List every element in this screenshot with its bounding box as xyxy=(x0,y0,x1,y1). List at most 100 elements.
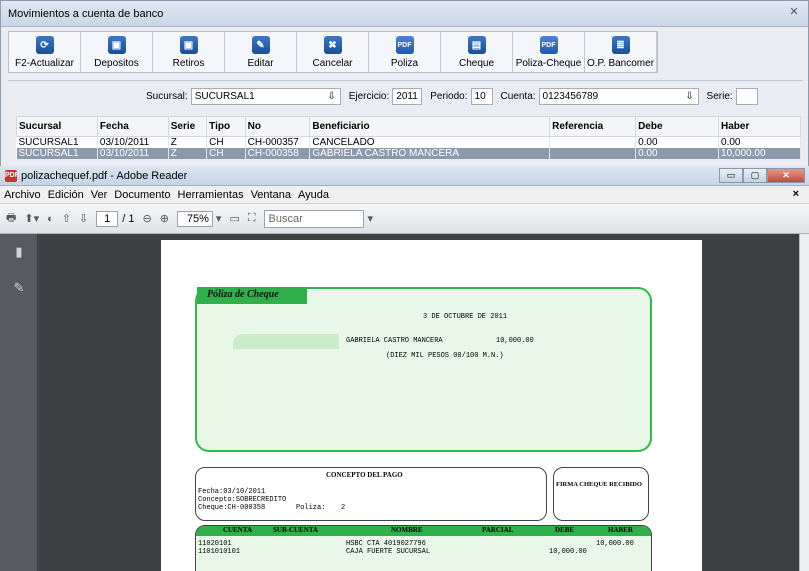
reader-title-text: polizachequef.pdf - Adobe Reader xyxy=(21,169,188,182)
table-cell: 0.00 xyxy=(718,136,801,148)
toolbar-button-cancelar[interactable]: ✖ Cancelar xyxy=(297,32,369,72)
column-header[interactable]: Sucursal xyxy=(16,116,98,137)
zoom-input[interactable]: 75% xyxy=(176,210,213,227)
toolbar-button-f2-actualizar[interactable]: ⟳ F2-Actualizar xyxy=(9,32,81,72)
column-header[interactable]: Haber xyxy=(718,116,801,137)
menu-item-edicion[interactable]: Edición xyxy=(48,189,84,201)
window-title-text: Movimientos a cuenta de banco xyxy=(8,7,164,20)
close-document-icon[interactable]: × xyxy=(793,188,799,200)
detail-header-haber: HABER xyxy=(608,526,633,534)
reader-title-bar: PDF polizachequef.pdf - Adobe Reader ▭ ▢… xyxy=(0,166,809,186)
document-icon: ≣ xyxy=(611,36,630,54)
cheque-amount: 10,000.00 xyxy=(496,337,534,345)
document-viewport: Póliza de Cheque 3 DE OCTUBRE DE 2011 GA… xyxy=(39,234,799,571)
movements-table: Sucursal Fecha Serie Tipo No Beneficiario Refe… xyxy=(16,116,801,159)
menu-item-ayuda[interactable]: Ayuda xyxy=(298,189,329,201)
table-row[interactable]: SUCURSAL1 03/10/2011 Z CH CH-000358 GABRIELA … xyxy=(16,148,801,159)
firma-box xyxy=(553,467,649,521)
toolbar-button-cheque[interactable]: ▤ Cheque xyxy=(441,32,513,72)
toolbar-button-label: O.P. Bancomer xyxy=(586,58,655,69)
next-page-icon[interactable]: ⇩ xyxy=(79,212,88,225)
window-controls: ▭ ▢ ✕ xyxy=(719,168,805,183)
column-header[interactable]: Referencia xyxy=(549,116,637,137)
toolbar-button-o-p-bancomer[interactable]: ≣ O.P. Bancomer xyxy=(585,32,657,72)
sucursal-value: SUCURSAL1 xyxy=(194,91,255,102)
column-header[interactable]: Tipo xyxy=(206,116,246,137)
column-header[interactable]: Beneficiario xyxy=(309,116,551,137)
toolbar-button-editar[interactable]: ✎ Editar xyxy=(225,32,297,72)
concepto-poliza-label: Poliza: xyxy=(296,504,326,512)
pages-panel-icon[interactable]: ▮ xyxy=(9,244,29,262)
table-cell: CH xyxy=(206,136,246,148)
comment-icon[interactable]: ◐ xyxy=(47,213,54,225)
table-row[interactable]: SUCURSAL1 03/10/2011 Z CH CH-000357 CANCELADO… xyxy=(16,136,801,148)
search-dropdown-icon[interactable]: ▾ xyxy=(368,212,374,225)
reader-menu-bar: Archivo Edición Ver Documento Herramientas Ve… xyxy=(0,186,809,204)
fit-page-icon[interactable]: ▭ xyxy=(229,212,239,225)
column-header[interactable]: No xyxy=(244,116,311,137)
toolbar-button-label: F2-Actualizar xyxy=(15,58,74,69)
close-icon[interactable]: ✕ xyxy=(767,168,805,183)
prev-page-icon[interactable]: ⇧ xyxy=(62,212,71,225)
menu-item-documento[interactable]: Documento xyxy=(114,189,170,201)
toolbar-button-label: Cheque xyxy=(458,58,495,69)
page-number-input[interactable]: 1 xyxy=(96,210,119,227)
page-total: / 1 xyxy=(122,212,135,225)
menu-item-herramientas[interactable]: Herramientas xyxy=(178,189,244,201)
serie-input[interactable] xyxy=(735,88,758,105)
toolbar-button-retiros[interactable]: ▣ Retiros xyxy=(153,32,225,72)
pdf-icon: PDF xyxy=(539,36,558,54)
cancel-icon: ✖ xyxy=(323,36,342,54)
withdraw-icon: ▣ xyxy=(179,36,198,54)
vertical-scrollbar[interactable] xyxy=(799,234,809,571)
column-header[interactable]: Serie xyxy=(167,116,208,137)
cuenta-select[interactable]: 0123456789 ⇩ xyxy=(538,88,699,105)
detail-cuenta: 11020101 xyxy=(198,540,232,548)
adobe-reader-window: PDF polizachequef.pdf - Adobe Reader ▭ ▢… xyxy=(0,166,809,571)
sucursal-select[interactable]: SUCURSAL1 ⇩ xyxy=(190,88,341,105)
table-cell: Z xyxy=(168,148,208,159)
table-cell: CANCELADO xyxy=(309,136,551,148)
table-cell: 0.00 xyxy=(635,148,720,159)
column-header[interactable]: Debe xyxy=(635,116,720,137)
column-header[interactable]: Fecha xyxy=(96,116,169,137)
ejercicio-label: Ejercicio: xyxy=(348,91,390,102)
toolbar: ⟳ F2-Actualizar ▣ Depositos ▣ Retiros ✎ Editar ✖… xyxy=(8,31,658,73)
concepto-poliza-value: 2 xyxy=(341,504,346,512)
cuenta-label: Cuenta: xyxy=(500,91,536,102)
menu-item-ver[interactable]: Ver xyxy=(91,189,108,201)
menu-item-archivo[interactable]: Archivo xyxy=(4,189,41,201)
fit-width-icon[interactable]: ⛶ xyxy=(248,212,256,225)
poliza-tag: Póliza de Cheque xyxy=(197,287,339,349)
search-input[interactable]: Buscar xyxy=(263,209,364,228)
table-cell xyxy=(549,148,637,159)
chevron-down-icon[interactable]: ⇩ xyxy=(683,90,697,103)
toolbar-button-depositos[interactable]: ▣ Depositos xyxy=(81,32,153,72)
edit-icon: ✎ xyxy=(251,36,270,54)
toolbar-button-label: Cancelar xyxy=(312,58,353,69)
zoom-dropdown-icon[interactable]: ▾ xyxy=(216,212,222,225)
share-icon[interactable]: ⬆▾ xyxy=(24,212,39,225)
toolbar-button-poliza[interactable]: PDF Poliza xyxy=(369,32,441,72)
reader-sidebar: ▮ ✎ xyxy=(0,234,38,571)
close-icon[interactable]: ✕ xyxy=(786,5,802,19)
menu-item-ventana[interactable]: Ventana xyxy=(251,189,291,201)
printer-icon[interactable]: 🖶 xyxy=(6,209,16,228)
toolbar-button-label: Editar xyxy=(247,58,274,69)
toolbar-button-label: Retiros xyxy=(172,58,205,69)
cheque-amount-words: (DIEZ MIL PESOS 00/100 M.N.) xyxy=(386,352,504,360)
printer-icon: ▤ xyxy=(467,36,486,54)
periodo-input[interactable]: 10 xyxy=(470,88,493,105)
maximize-icon[interactable]: ▢ xyxy=(743,168,767,183)
table-cell xyxy=(549,136,637,148)
ejercicio-value: 2011 xyxy=(396,91,418,102)
toolbar-button-poliza-cheque[interactable]: PDF Poliza-Cheque xyxy=(513,32,585,72)
minimize-icon[interactable]: ▭ xyxy=(719,168,743,183)
zoom-out-icon[interactable]: ⊖ xyxy=(142,212,151,225)
zoom-in-icon[interactable]: ⊕ xyxy=(160,212,169,225)
signature-panel-icon[interactable]: ✎ xyxy=(9,280,29,298)
periodo-value: 10 xyxy=(474,91,486,102)
poliza-tag-title: Póliza de Cheque xyxy=(207,289,279,300)
chevron-down-icon[interactable]: ⇩ xyxy=(325,90,339,103)
ejercicio-input[interactable]: 2011 xyxy=(392,88,423,105)
